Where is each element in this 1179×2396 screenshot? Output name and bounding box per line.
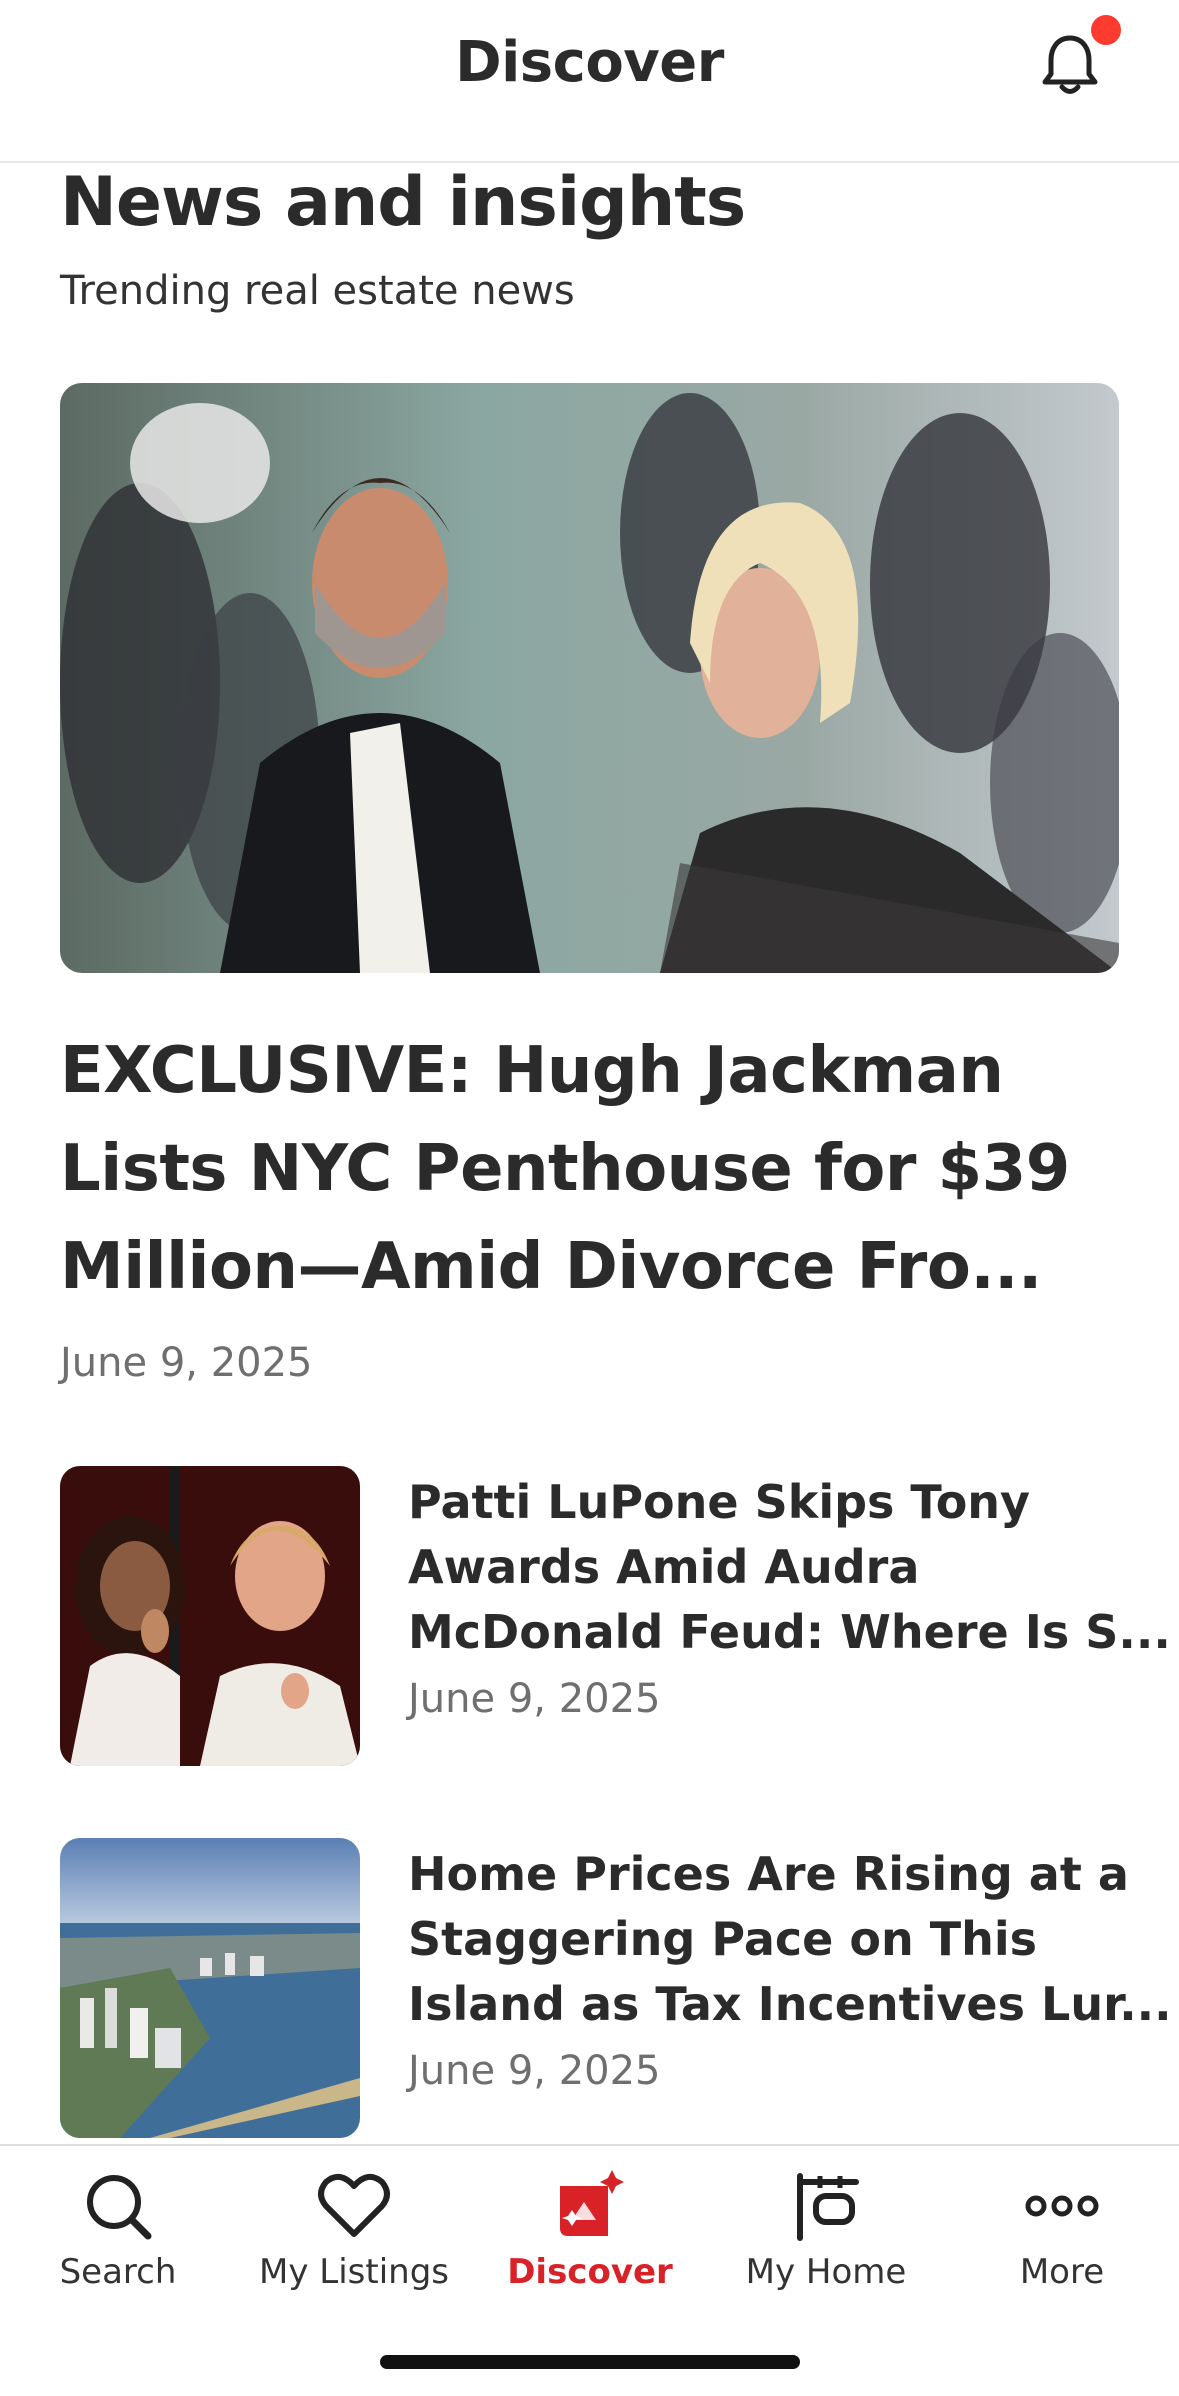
home-indicator[interactable] — [380, 2355, 800, 2369]
article-date: June 9, 2025 — [408, 2048, 661, 2094]
tab-my-listings[interactable]: My Listings — [236, 2146, 472, 2296]
article-thumbnail[interactable] — [60, 1838, 360, 2138]
home-sign-icon — [797, 2173, 859, 2241]
article-date: June 9, 2025 — [408, 1676, 661, 1722]
featured-article-title[interactable]: EXCLUSIVE: Hugh Jackman Lists NYC Pentho… — [60, 1022, 1130, 1316]
tab-label: My Home — [745, 2252, 907, 2292]
article-item[interactable]: Home Prices Are Rising at a Staggering P… — [60, 1838, 1172, 2138]
heart-icon — [318, 2173, 390, 2237]
article-thumbnail[interactable] — [60, 1466, 360, 1766]
tab-label: Discover — [507, 2252, 673, 2292]
section-title: News and insights — [60, 163, 746, 242]
page-title: Discover — [455, 30, 724, 95]
tab-label: My Listings — [259, 2252, 449, 2292]
notification-badge — [1091, 15, 1121, 45]
search-icon — [87, 2175, 152, 2240]
more-dots-icon — [1025, 2195, 1099, 2217]
tab-label: More — [1019, 2252, 1105, 2292]
article-title[interactable]: Home Prices Are Rising at a Staggering P… — [408, 1842, 1178, 2037]
tab-label: Search — [59, 2252, 177, 2292]
top-header: Discover — [0, 0, 1179, 163]
tab-more[interactable]: More — [944, 2146, 1179, 2296]
tab-discover[interactable]: Discover — [472, 2146, 708, 2296]
article-item[interactable]: Patti LuPone Skips Tony Awards Amid Audr… — [60, 1466, 1171, 1766]
article-title[interactable]: Patti LuPone Skips Tony Awards Amid Audr… — [408, 1470, 1178, 1665]
tab-search[interactable]: Search — [0, 2146, 236, 2296]
tab-my-home[interactable]: My Home — [708, 2146, 944, 2296]
discover-icon — [560, 2170, 624, 2236]
featured-article-image[interactable] — [60, 383, 1119, 973]
section-subtitle: Trending real estate news — [60, 268, 575, 314]
featured-article-date: June 9, 2025 — [60, 1340, 313, 1386]
discover-screen: Discover News and insights Trending real… — [0, 0, 1179, 2396]
